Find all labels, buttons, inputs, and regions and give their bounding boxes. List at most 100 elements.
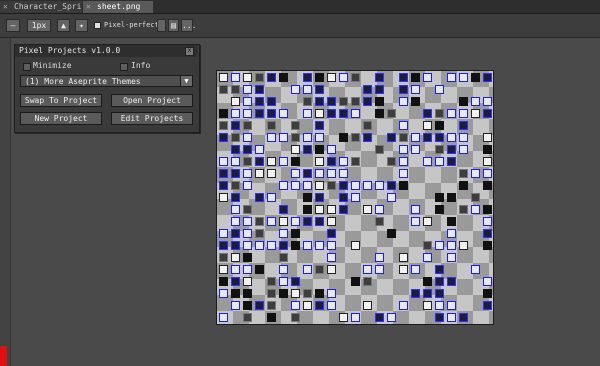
more-button[interactable]: ... (181, 19, 196, 32)
sprite-tile (255, 73, 264, 82)
brush-size-field[interactable]: 1px (27, 19, 51, 32)
sprite-tile (399, 181, 408, 190)
sprite-tile (411, 85, 420, 94)
new-project-button[interactable]: New Project (20, 112, 102, 125)
sprite-tile (399, 157, 408, 166)
sprite-tile (351, 97, 360, 106)
minimize-checkbox[interactable] (23, 63, 31, 71)
edit-projects-button[interactable]: Edit Projects (111, 112, 193, 125)
info-checkbox[interactable] (120, 63, 128, 71)
sprite-tile (375, 85, 384, 94)
tab-character-sprite[interactable]: ✕ Character_Spri (0, 1, 82, 13)
sprite-tile (411, 289, 420, 298)
sprite-tile (363, 181, 372, 190)
sprite-tile (447, 133, 456, 142)
sprite-tile (279, 205, 288, 214)
sprite-tile (435, 193, 444, 202)
sprite-tile (483, 277, 492, 286)
sprite-tile (315, 241, 324, 250)
tab-close-icon[interactable]: ✕ (86, 1, 91, 13)
sprite-tile (363, 97, 372, 106)
sprite-tile (459, 145, 468, 154)
sprite-tile (411, 205, 420, 214)
sprite-tile (327, 205, 336, 214)
sprite-tile (291, 229, 300, 238)
sprite-tile (375, 73, 384, 82)
project-select[interactable]: (1) More Aseprite Themes ▼ (20, 75, 193, 87)
project-select-value: (1) More Aseprite Themes (25, 77, 141, 86)
sprite-tile (255, 145, 264, 154)
sprite-tile (303, 265, 312, 274)
tab-close-icon[interactable]: ✕ (3, 1, 8, 13)
close-icon[interactable]: x (185, 47, 194, 56)
sprite-tile (219, 313, 228, 322)
sprite-tile (435, 109, 444, 118)
options-icon[interactable]: ▤ (168, 19, 179, 32)
chevron-down-icon[interactable]: ▼ (180, 76, 192, 86)
sprite-tile (315, 97, 324, 106)
dynamics-icon[interactable]: ✦ (75, 19, 88, 32)
context-toolbar: – 1px ▲ ✦ Pixel-perfect ▤ ... (0, 14, 600, 38)
brush-type-icon[interactable]: – (6, 19, 20, 32)
foreground-color-chip[interactable] (0, 346, 7, 366)
sprite-tile (231, 97, 240, 106)
sprite-tile (243, 253, 252, 262)
pixel-perfect-checkbox[interactable] (94, 22, 101, 29)
open-project-button[interactable]: Open Project (111, 94, 193, 107)
sprite-tile (279, 109, 288, 118)
dialog-title-bar[interactable]: Pixel Projects v1.0.0 x (15, 45, 197, 57)
sprite-tile (435, 85, 444, 94)
sprite-tile (243, 229, 252, 238)
sprite-tile (483, 229, 492, 238)
sprite-tile (303, 145, 312, 154)
sprite-tile (411, 217, 420, 226)
sprite-tile (291, 301, 300, 310)
sprite-tile (315, 145, 324, 154)
sprite-tile (267, 193, 276, 202)
sprite-tile (459, 73, 468, 82)
sprite-tile (435, 265, 444, 274)
sprite-tile (327, 169, 336, 178)
sprite-tile (471, 193, 480, 202)
sprite-tile (303, 181, 312, 190)
sprite-tile (399, 301, 408, 310)
sprite-tile (339, 133, 348, 142)
sprite-tile (483, 157, 492, 166)
tab-label: sheet.png (97, 2, 141, 11)
pixel-perfect-label: Pixel-perfect (104, 21, 159, 29)
swap-to-project-button[interactable]: Swap To Project (20, 94, 102, 107)
sprite-tile (351, 277, 360, 286)
sprite-tile (219, 121, 228, 130)
tab-sheet[interactable]: ✕ sheet.png (83, 1, 153, 13)
sprite-tile (315, 157, 324, 166)
sprite-tile (483, 145, 492, 154)
sprite-tile (351, 193, 360, 202)
sprite-tile (447, 229, 456, 238)
sprite-tile (471, 109, 480, 118)
sprite-tile (303, 109, 312, 118)
sprite-canvas[interactable] (216, 70, 494, 325)
sprite-tile (303, 217, 312, 226)
sprite-tile (339, 73, 348, 82)
sprite-tile (291, 277, 300, 286)
sprite-tile (327, 145, 336, 154)
sprite-tile (219, 73, 228, 82)
sprite-tile (279, 253, 288, 262)
sprite-tile (231, 229, 240, 238)
sprite-tile (267, 277, 276, 286)
sprite-tile (399, 265, 408, 274)
sprite-tile (243, 205, 252, 214)
sprite-tile (255, 265, 264, 274)
sprite-tile (375, 181, 384, 190)
sprite-tile (231, 109, 240, 118)
sprite-tile (243, 97, 252, 106)
sprite-tile (387, 109, 396, 118)
ink-icon[interactable]: ▲ (57, 19, 70, 32)
sprite-tile (447, 217, 456, 226)
sprite-tile (423, 301, 432, 310)
sprite-tile (411, 145, 420, 154)
sprite-tile (231, 157, 240, 166)
symmetry-icon[interactable] (157, 19, 166, 32)
sprite-tile (231, 205, 240, 214)
sprite-tile (291, 145, 300, 154)
